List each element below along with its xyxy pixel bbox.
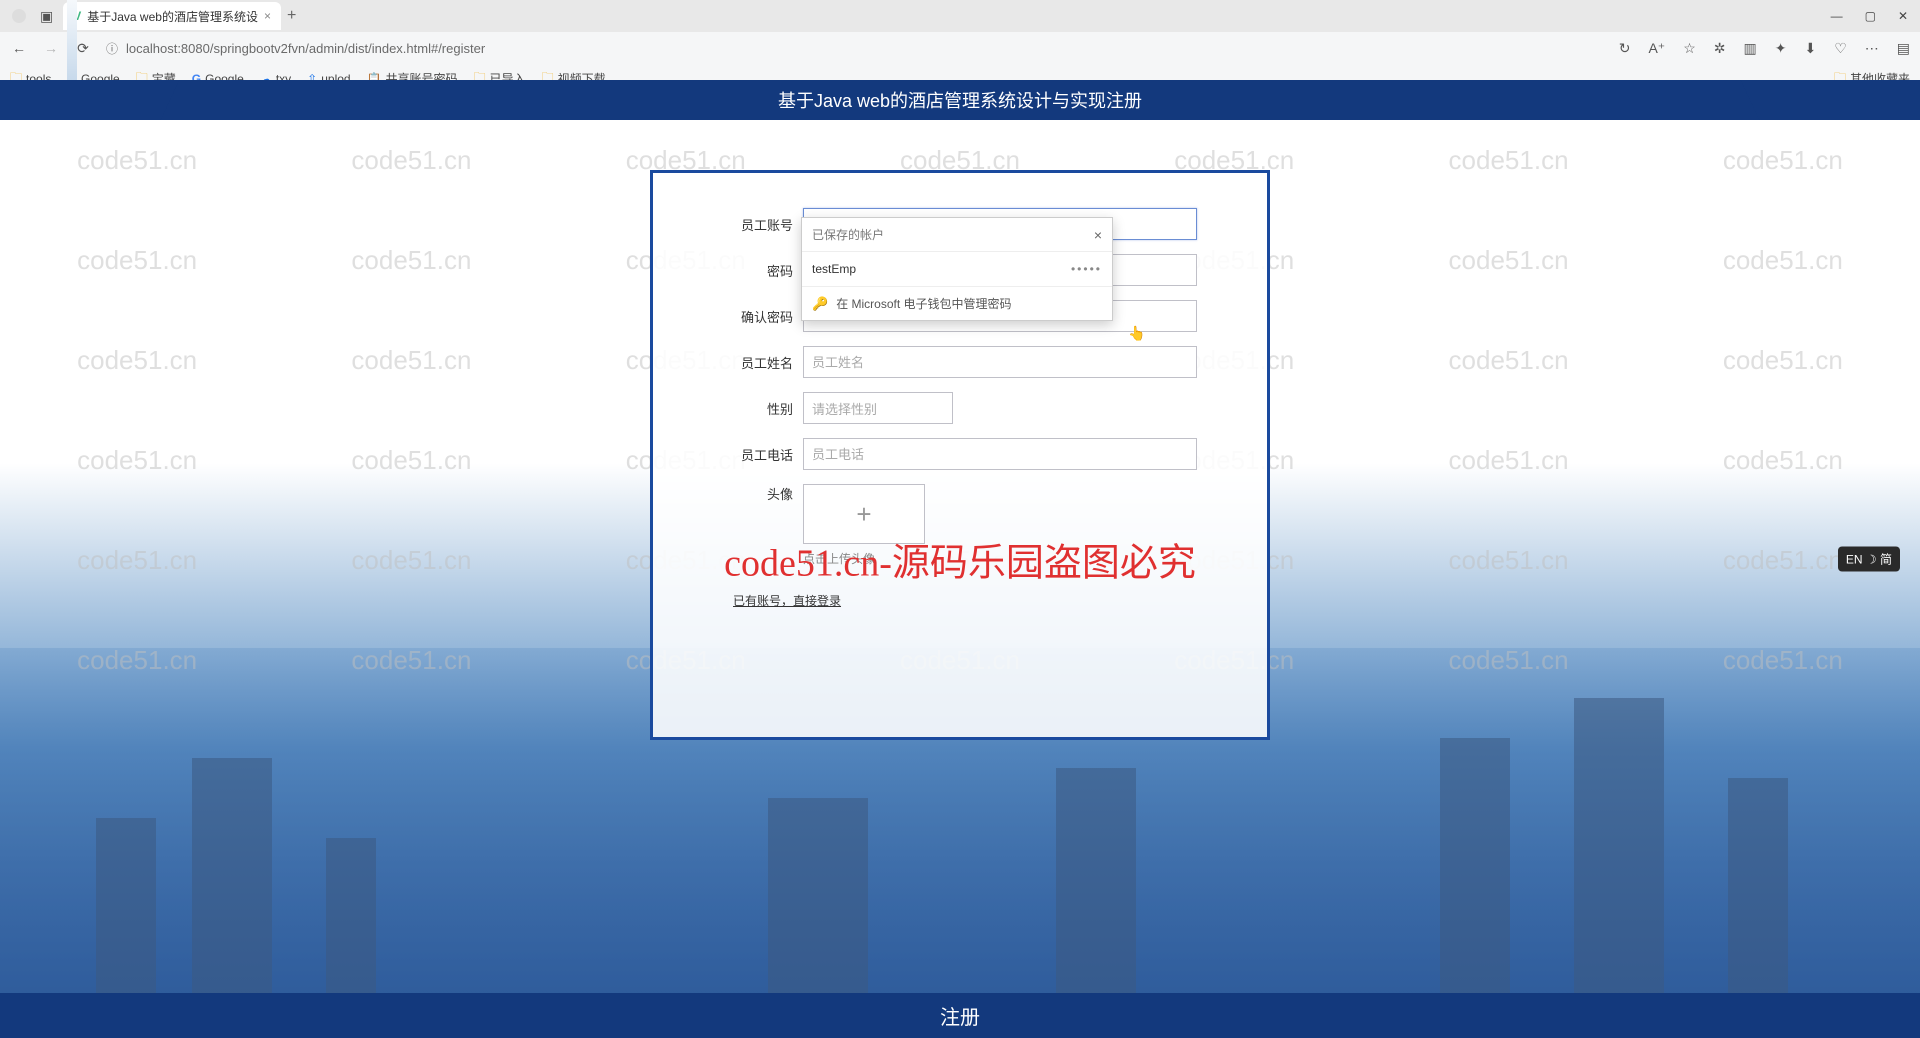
wallet-icon[interactable]: ♡ xyxy=(1834,40,1847,57)
tab-bar: ▣ V 基于Java web的酒店管理系统设 × + — ▢ ✕ xyxy=(0,0,1920,32)
url-input[interactable]: ⓘ localhost:8080/springbootv2fvn/admin/d… xyxy=(106,40,1605,57)
cursor-icon: 👆 xyxy=(1128,325,1145,342)
label-gender: 性别 xyxy=(693,399,803,418)
share-icon[interactable]: ✦ xyxy=(1775,40,1787,57)
label-avatar: 头像 xyxy=(693,484,803,503)
page-header: 基于Java web的酒店管理系统设计与实现注册 xyxy=(0,80,1920,120)
sync-icon[interactable]: ↻ xyxy=(1619,40,1631,57)
tabs-overview-icon[interactable]: ▣ xyxy=(40,8,53,25)
back-button[interactable]: ← xyxy=(10,40,28,56)
profile-icon[interactable] xyxy=(12,9,26,23)
label-account: 员工账号 xyxy=(693,215,803,234)
register-form: 员工账号 密码 确认密码 员工姓名 性别 请选择性别 员工电话 头像 + xyxy=(650,170,1270,740)
avatar-hint: 点击上传头像 xyxy=(803,550,1197,567)
url-text: localhost:8080/springbootv2fvn/admin/dis… xyxy=(126,41,485,56)
plus-icon: + xyxy=(856,499,871,530)
minimize-icon[interactable]: — xyxy=(1831,9,1843,23)
manage-passwords-link[interactable]: 🔑 在 Microsoft 电子钱包中管理密码 xyxy=(802,286,1112,320)
favorite-icon[interactable]: ☆ xyxy=(1683,40,1696,57)
name-input[interactable] xyxy=(803,346,1197,378)
sidebar-icon[interactable]: ▤ xyxy=(1897,40,1910,57)
password-autocomplete: 已保存的帐户 × testEmp ••••• 🔑 在 Microsoft 电子钱… xyxy=(801,217,1113,321)
avatar-upload[interactable]: + xyxy=(803,484,925,544)
window-controls: — ▢ ✕ xyxy=(1831,9,1920,23)
download-icon[interactable]: ⬇ xyxy=(1804,40,1816,57)
read-aloud-icon[interactable]: A⁺ xyxy=(1648,40,1665,57)
extensions-icon[interactable]: ✲ xyxy=(1714,40,1726,57)
label-name: 员工姓名 xyxy=(693,353,803,372)
label-phone: 员工电话 xyxy=(693,445,803,464)
menu-icon[interactable]: ⋯ xyxy=(1865,40,1879,57)
phone-input[interactable] xyxy=(803,438,1197,470)
browser-chrome: ▣ V 基于Java web的酒店管理系统设 × + — ▢ ✕ ← → ⟳ ⓘ… xyxy=(0,0,1920,80)
page-title: 基于Java web的酒店管理系统设计与实现注册 xyxy=(778,87,1142,113)
label-confirm: 确认密码 xyxy=(693,307,803,326)
forward-button[interactable]: → xyxy=(42,40,60,56)
register-button[interactable]: 注册 xyxy=(0,993,1920,1038)
language-badge[interactable]: EN ☽ 简 xyxy=(1838,547,1900,572)
close-autocomplete-icon[interactable]: × xyxy=(1094,227,1102,243)
autocomplete-username: testEmp xyxy=(812,262,856,276)
login-link[interactable]: 已有账号，直接登录 xyxy=(733,594,841,608)
autocomplete-password-dots: ••••• xyxy=(1071,262,1102,276)
close-window-icon[interactable]: ✕ xyxy=(1898,9,1908,23)
autocomplete-header: 已保存的帐户 xyxy=(812,226,884,243)
new-tab-button[interactable]: + xyxy=(287,7,296,25)
page-content: code51.cncode51.cncode51.cncode51.cncode… xyxy=(0,80,1920,1038)
close-tab-icon[interactable]: × xyxy=(264,9,271,23)
maximize-icon[interactable]: ▢ xyxy=(1865,9,1876,23)
address-bar: ← → ⟳ ⓘ localhost:8080/springbootv2fvn/a… xyxy=(0,32,1920,64)
autocomplete-item[interactable]: testEmp ••••• xyxy=(802,252,1112,286)
key-icon: 🔑 xyxy=(812,296,828,312)
label-password: 密码 xyxy=(693,261,803,280)
collections-icon[interactable]: ▥ xyxy=(1744,40,1757,57)
gender-select[interactable]: 请选择性别 xyxy=(803,392,953,424)
